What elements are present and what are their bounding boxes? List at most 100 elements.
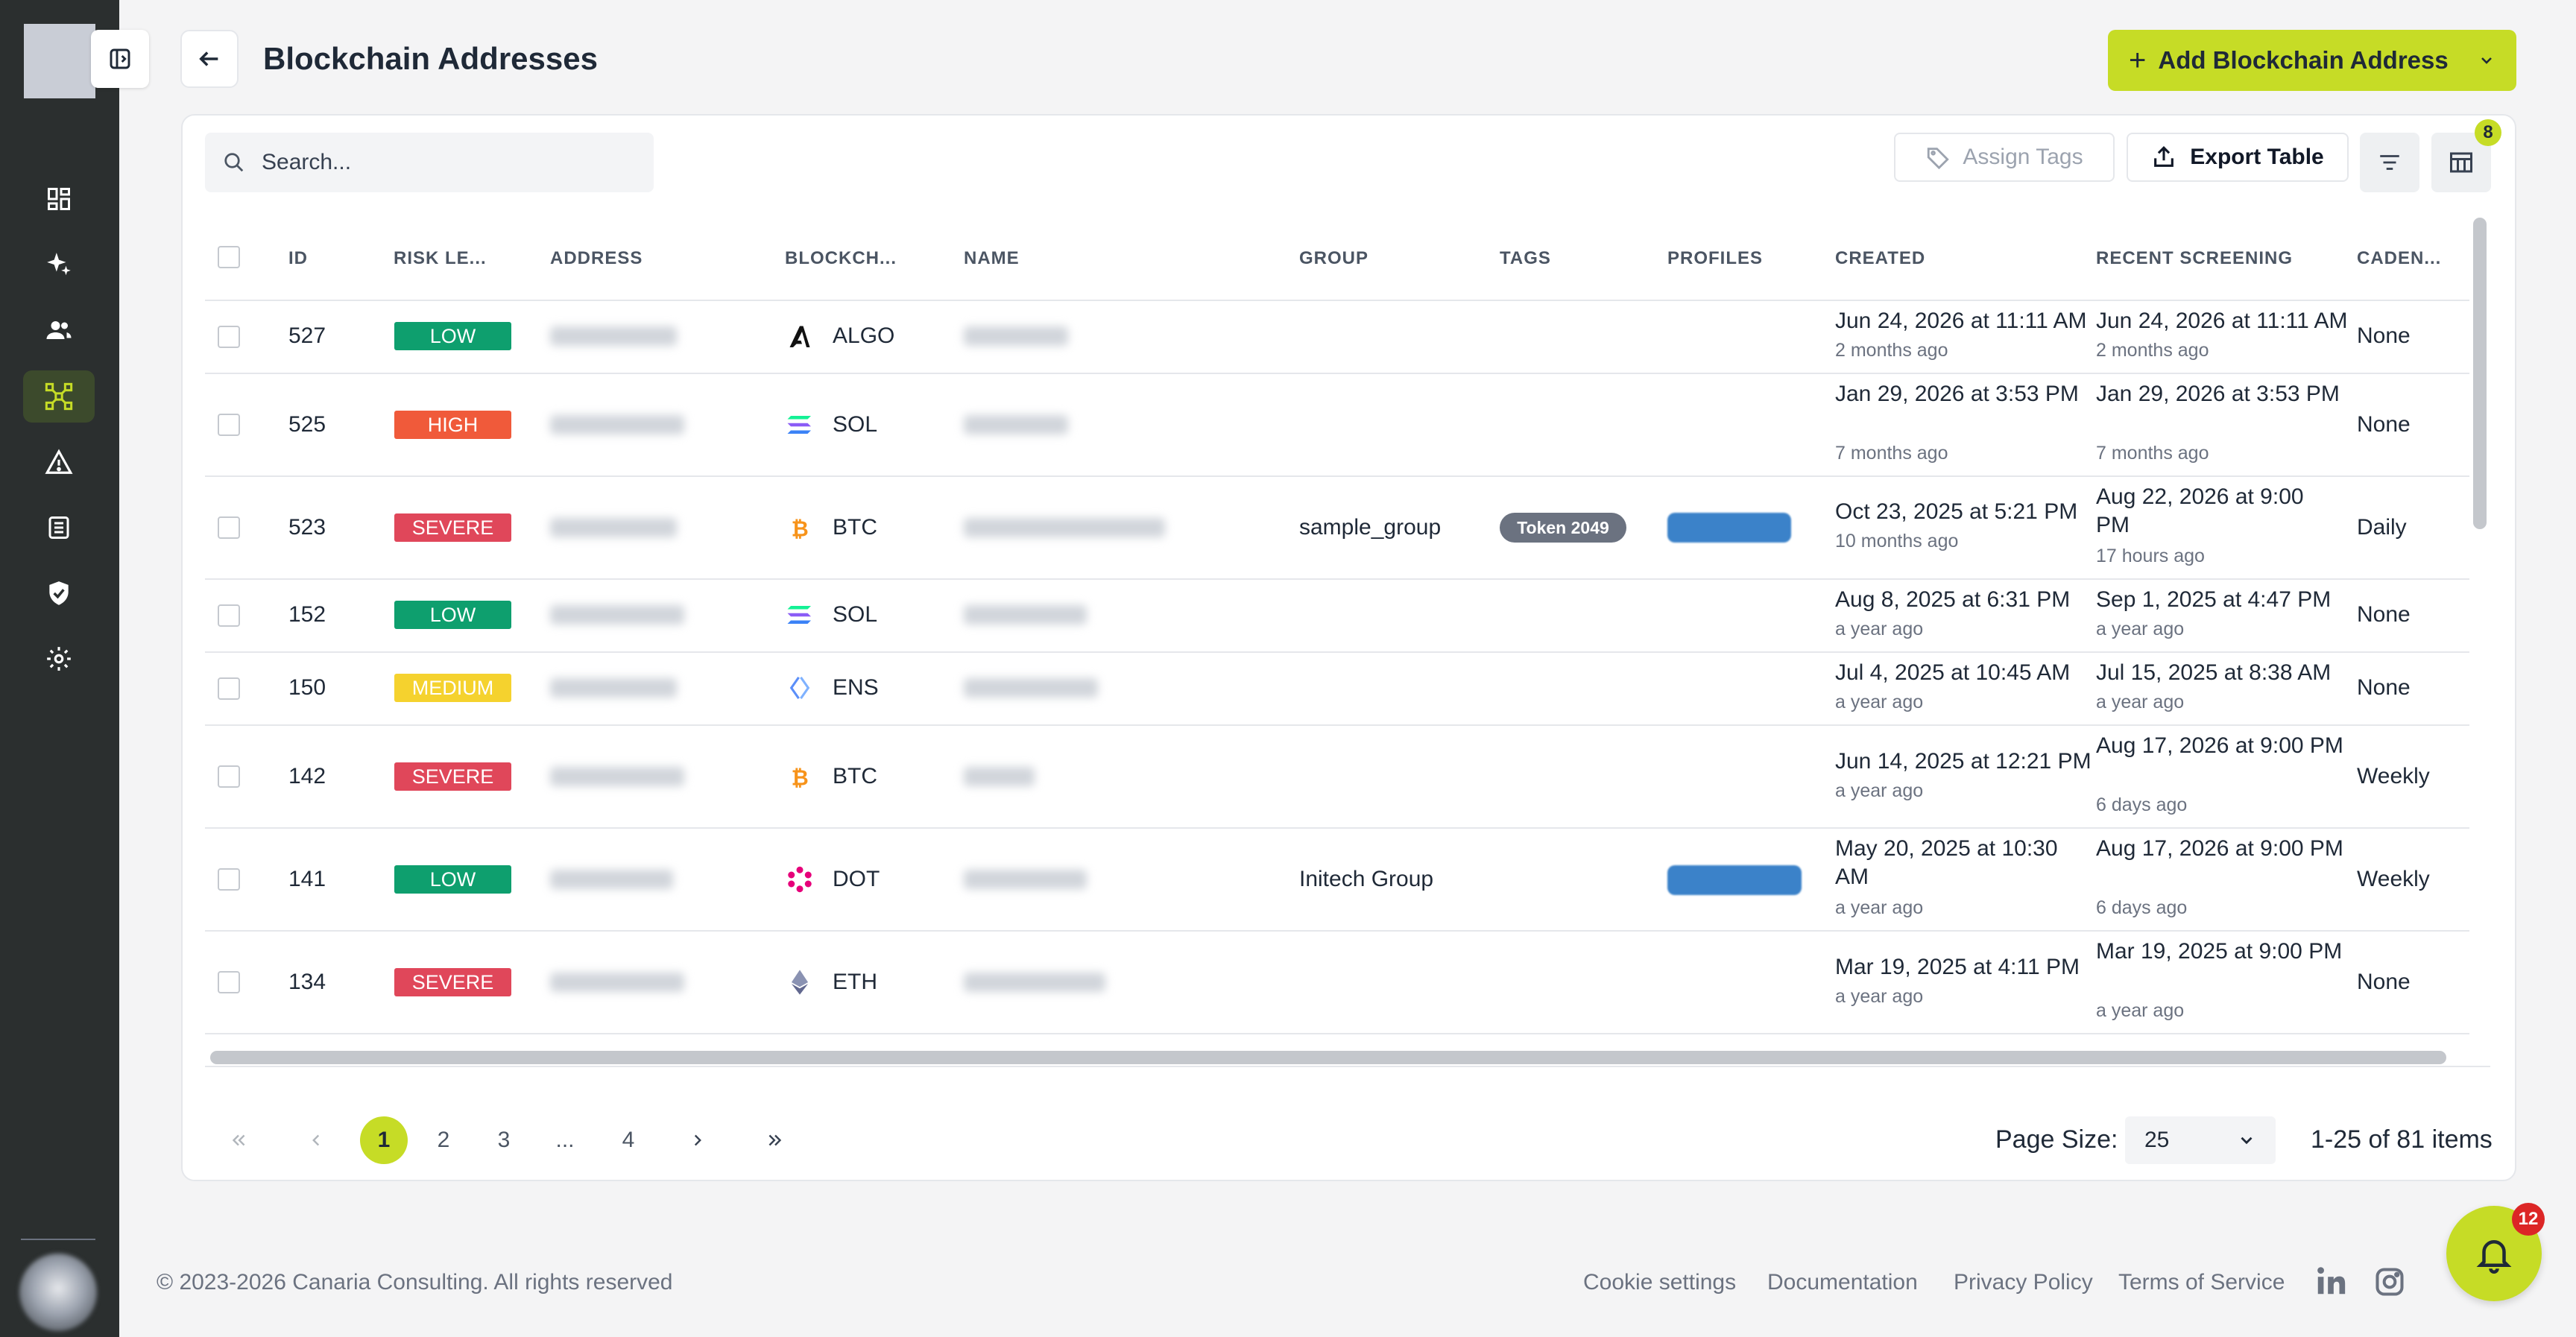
btc-icon: ₿ — [786, 762, 814, 791]
name-redacted — [964, 605, 1087, 625]
address-redacted — [550, 415, 684, 434]
column-header-recent-screening[interactable]: RECENT SCREENING — [2096, 247, 2293, 270]
group-name: Initech Group — [1299, 867, 1434, 891]
created-relative: a year ago — [1835, 986, 1924, 1007]
documentation-link[interactable]: Documentation — [1767, 1270, 1918, 1295]
linkedin-icon[interactable] — [2314, 1264, 2348, 1302]
column-header-tags[interactable]: TAGS — [1500, 247, 1551, 270]
next-page-button[interactable] — [674, 1116, 722, 1164]
previous-page-button[interactable] — [292, 1116, 340, 1164]
page-1-button[interactable]: 1 — [360, 1116, 408, 1164]
instagram-icon[interactable] — [2373, 1265, 2406, 1302]
filter-button[interactable] — [2360, 133, 2419, 192]
tag-pill[interactable]: Token 2049 — [1500, 513, 1626, 543]
cadence: None — [2357, 323, 2411, 348]
search-input[interactable] — [260, 149, 636, 176]
created-date: May 20, 2025 at 10:30 AM — [1835, 836, 2058, 889]
blockchain-label: SOL — [833, 602, 878, 627]
nav-alerts[interactable] — [23, 436, 95, 488]
created-relative: a year ago — [1835, 897, 1924, 918]
sidebar-divider — [21, 1239, 95, 1240]
created-date: Jan 29, 2026 at 3:53 PM — [1835, 382, 2079, 406]
select-all-checkbox[interactable] — [218, 246, 240, 268]
row-checkbox[interactable] — [218, 868, 240, 891]
page-2-button[interactable]: 2 — [420, 1116, 467, 1164]
risk-badge: SEVERE — [394, 968, 511, 996]
row-id: 134 — [288, 970, 326, 994]
column-header-created[interactable]: CREATED — [1835, 247, 1925, 270]
profile-pill[interactable] — [1667, 865, 1802, 895]
created-relative: 2 months ago — [1835, 340, 1948, 361]
shield-check-icon — [49, 581, 69, 605]
search-icon — [224, 153, 244, 172]
page-ellipsis[interactable]: ... — [541, 1116, 589, 1164]
profile-pill[interactable] — [1667, 513, 1791, 543]
ens-icon — [786, 674, 814, 702]
row-divider — [205, 724, 2469, 726]
terms-of-service-link[interactable]: Terms of Service — [2118, 1270, 2285, 1295]
notification-count-badge: 12 — [2512, 1203, 2545, 1236]
first-page-button[interactable] — [215, 1116, 262, 1164]
row-checkbox[interactable] — [218, 765, 240, 788]
row-checkbox[interactable] — [218, 677, 240, 700]
column-header-name[interactable]: NAME — [964, 247, 1020, 270]
horizontal-scrollbar[interactable] — [210, 1051, 2446, 1064]
address-redacted — [550, 326, 677, 346]
svg-text:₿: ₿ — [792, 765, 809, 789]
nav-users[interactable] — [23, 304, 95, 356]
row-checkbox[interactable] — [218, 971, 240, 993]
sidebar-toggle-button[interactable] — [91, 30, 149, 88]
add-blockchain-address-button[interactable]: + Add Blockchain Address — [2108, 30, 2516, 91]
users-icon — [46, 321, 72, 339]
name-redacted — [964, 973, 1105, 992]
column-header-cadence[interactable]: CADEN... — [2357, 247, 2441, 270]
last-page-button[interactable] — [751, 1116, 799, 1164]
page-size-select[interactable]: 25 — [2125, 1116, 2276, 1164]
column-header-address[interactable]: ADDRESS — [550, 247, 643, 270]
nav-ai[interactable] — [23, 238, 95, 291]
column-header-profiles[interactable]: PROFILES — [1667, 247, 1763, 270]
vertical-scrollbar[interactable] — [2473, 218, 2487, 529]
nav-reports[interactable] — [23, 502, 95, 554]
row-checkbox[interactable] — [218, 604, 240, 627]
row-id: 152 — [288, 602, 326, 627]
column-header-blockchain[interactable]: BLOCKCH... — [785, 247, 897, 270]
created-relative: a year ago — [1835, 780, 1924, 801]
name-redacted — [964, 767, 1035, 786]
back-button[interactable] — [180, 30, 239, 88]
created-date: Jun 14, 2025 at 12:21 PM — [1835, 749, 2092, 774]
assign-tags-button[interactable]: Assign Tags — [1894, 133, 2115, 182]
search-box[interactable] — [205, 133, 654, 192]
risk-badge: MEDIUM — [394, 674, 511, 702]
risk-badge: LOW — [394, 601, 511, 629]
column-header-risk-level[interactable]: RISK LE... — [394, 247, 487, 270]
nav-blockchain-addresses[interactable] — [23, 370, 95, 423]
export-table-button[interactable]: Export Table — [2127, 133, 2349, 182]
screening-relative: a year ago — [2096, 1000, 2185, 1021]
cadence: Weekly — [2357, 867, 2430, 891]
row-checkbox[interactable] — [218, 326, 240, 348]
address-redacted — [550, 767, 684, 786]
row-checkbox[interactable] — [218, 516, 240, 539]
row-checkbox[interactable] — [218, 414, 240, 436]
copyright-text: © 2023-2026 Canaria Consulting. All righ… — [157, 1270, 673, 1295]
nav-compliance[interactable] — [23, 567, 95, 619]
page-title: Blockchain Addresses — [263, 41, 598, 76]
group-name: sample_group — [1299, 515, 1442, 540]
privacy-policy-link[interactable]: Privacy Policy — [1954, 1270, 2093, 1295]
export-table-label: Export Table — [2190, 145, 2324, 169]
created-date: Aug 8, 2025 at 6:31 PM — [1835, 587, 2071, 612]
screening-date: Sep 1, 2025 at 4:47 PM — [2096, 587, 2332, 612]
row-divider — [205, 930, 2469, 932]
nav-dashboard[interactable] — [23, 173, 95, 225]
dashboard-icon — [48, 188, 70, 210]
arrow-left-icon — [199, 51, 218, 66]
column-header-group[interactable]: GROUP — [1299, 247, 1368, 270]
nav-settings[interactable] — [23, 633, 95, 685]
page-3-button[interactable]: 3 — [480, 1116, 528, 1164]
page-4-button[interactable]: 4 — [604, 1116, 652, 1164]
user-avatar[interactable] — [19, 1254, 97, 1331]
cookie-settings-link[interactable]: Cookie settings — [1583, 1270, 1736, 1295]
double-chevron-left-icon — [232, 1134, 245, 1146]
column-header-id[interactable]: ID — [288, 247, 308, 270]
